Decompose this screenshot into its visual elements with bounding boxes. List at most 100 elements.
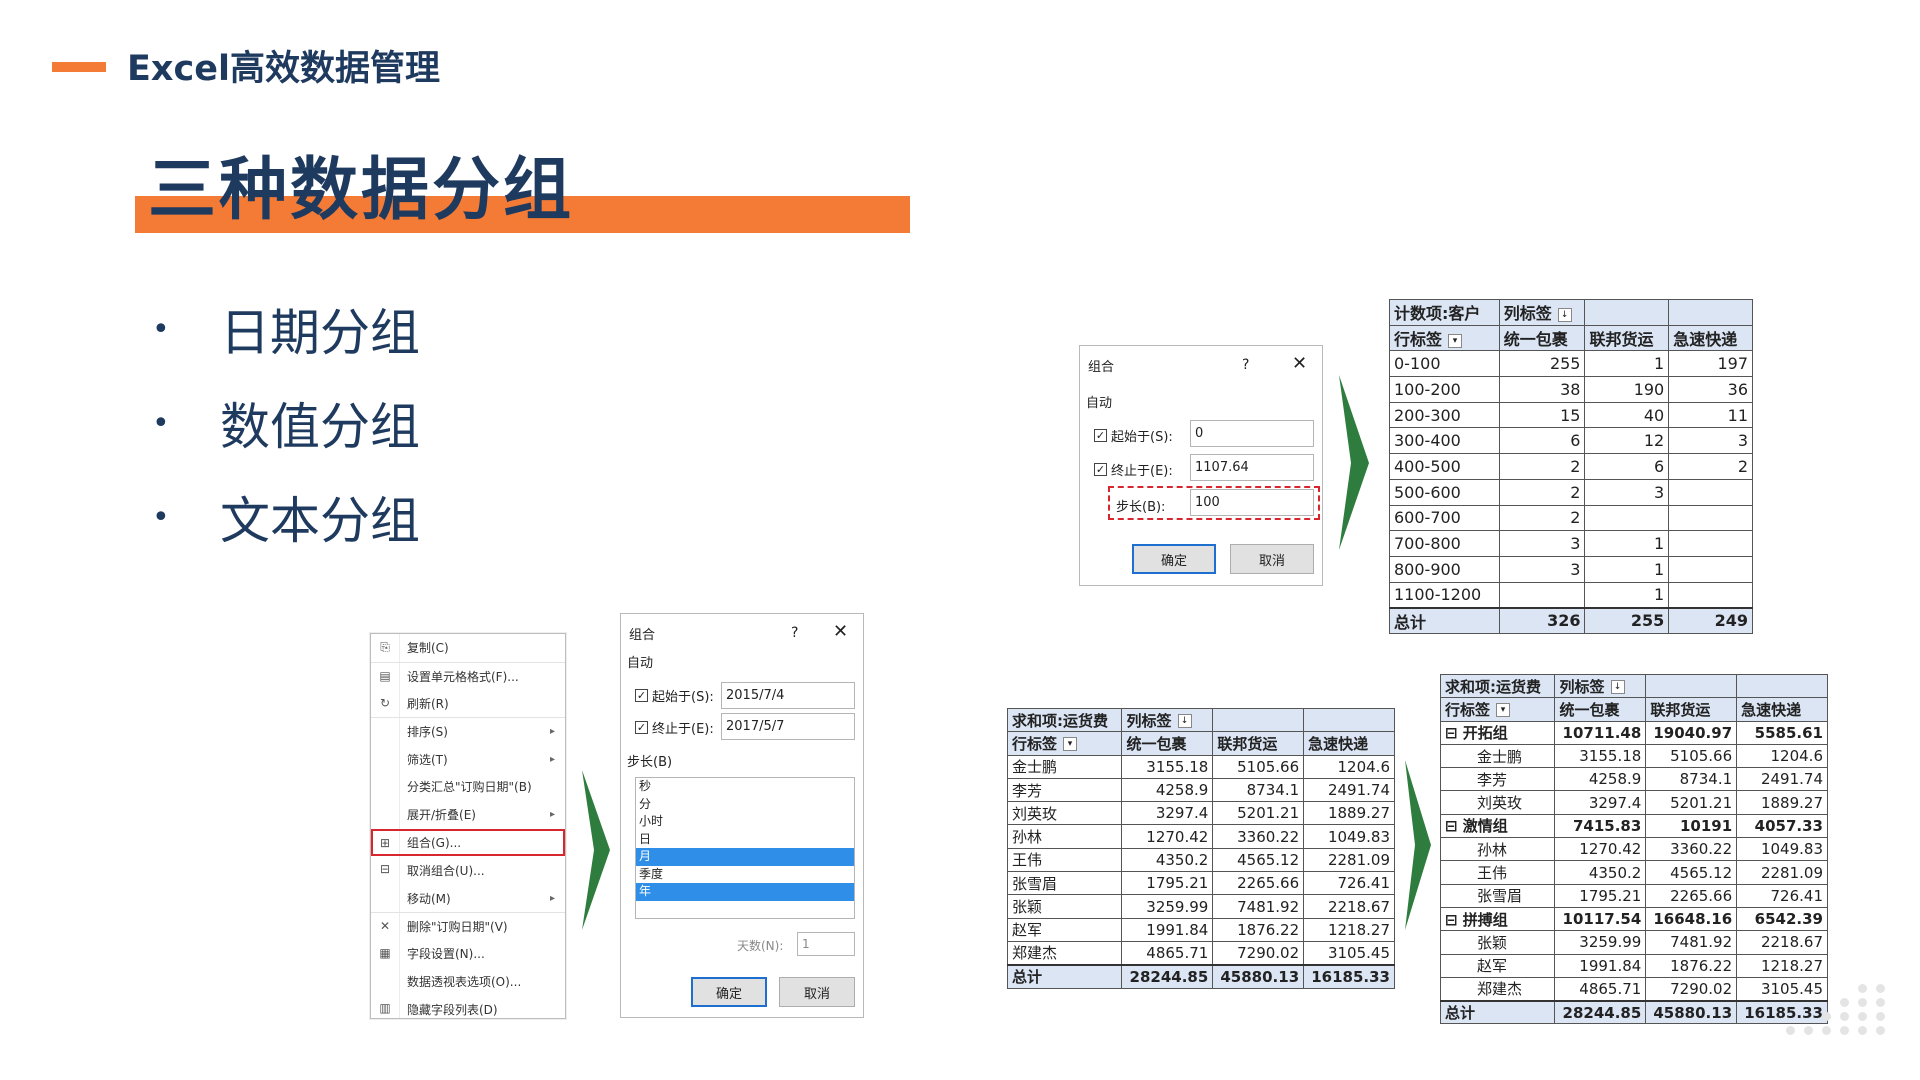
context-menu-item[interactable]: ⎘ 复制(C) (371, 634, 565, 662)
step-option[interactable]: 年 (636, 883, 854, 901)
collapse-icon[interactable]: ⊟ (1445, 817, 1463, 835)
value-cell: 7290.02 (1212, 940, 1305, 966)
group-label-cell: ⊟ 拼搏组 (1439, 906, 1556, 932)
context-menu-item[interactable]: ⊟ 取消组合(U)... (371, 856, 565, 884)
group-label-text: 激情组 (1462, 817, 1508, 836)
step-option[interactable]: 分 (636, 796, 854, 814)
table-row: 金士鹏 3155.18 5105.66 1204.6 (1439, 743, 1828, 769)
step-option[interactable]: 季度 (636, 866, 854, 884)
context-menu-item[interactable]: ▤ 设置单元格格式(F)... (371, 661, 565, 690)
step-option[interactable]: 小时 (636, 813, 854, 831)
end-date-input[interactable]: 2017/5/7 (721, 713, 855, 740)
step-option[interactable]: 月 (636, 848, 854, 866)
context-menu-item[interactable]: 移动(M) ▸ (371, 884, 565, 912)
collapse-icon[interactable]: ⊟ (1445, 724, 1463, 742)
table-header-row: 计数项:客户 列标签 ↓ (1389, 299, 1753, 326)
close-icon[interactable]: ✕ (1292, 353, 1307, 374)
help-icon[interactable]: ? (1242, 357, 1249, 373)
dialog-title: 组合 (629, 627, 656, 643)
value-cell: 1889.27 (1736, 790, 1828, 815)
column-header: 急速快递 (1303, 731, 1395, 756)
column-labels-text: 列标签 (1559, 677, 1605, 696)
table-row: 700-800 3 1 (1389, 530, 1753, 557)
value-cell: 2281.09 (1736, 860, 1828, 885)
context-menu-item[interactable]: ⊞ 组合(G)... (371, 828, 565, 857)
filter-dropdown-icon[interactable]: ↓ (1177, 714, 1192, 729)
value-cell: 1204.6 (1303, 754, 1395, 779)
context-menu-item[interactable]: 筛选(T) ▸ (371, 745, 565, 773)
value-cell: 3155.18 (1554, 743, 1647, 769)
column-header: 联邦货运 (1584, 324, 1670, 352)
context-menu-item[interactable]: ✕ 删除"订购日期"(V) (371, 911, 565, 940)
ok-button[interactable]: 确定 (691, 977, 767, 1007)
value-cell: 1270.42 (1554, 837, 1647, 862)
step-option[interactable]: 日 (636, 831, 854, 849)
end-checkbox[interactable]: ✓ (1094, 463, 1107, 476)
context-menu-item[interactable]: ↻ 刷新(R) (371, 690, 565, 718)
filter-dropdown-icon[interactable]: ▾ (1496, 703, 1511, 718)
filter-dropdown-icon[interactable]: ▾ (1063, 737, 1078, 752)
menu-item-label: 隐藏字段列表(D) (407, 1002, 498, 1017)
empty-header-cell (1303, 707, 1395, 733)
ungroup-icon: ⊟ (379, 862, 391, 877)
dialog-title: 组合 (1088, 359, 1115, 375)
row-label-cell: 700-800 (1389, 530, 1500, 557)
submenu-arrow-icon: ▸ (549, 753, 555, 765)
column-header: 统一包裹 (1498, 324, 1586, 352)
value-cell: 6 (1498, 427, 1586, 455)
submenu-arrow-icon: ▸ (549, 892, 555, 904)
value-cell: 1 (1584, 581, 1670, 609)
help-icon[interactable]: ? (791, 625, 798, 641)
start-checkbox[interactable]: ✓ (635, 689, 648, 702)
filter-dropdown-icon[interactable]: ↓ (1557, 307, 1572, 322)
column-header: 急速快递 (1668, 324, 1753, 352)
collapse-icon[interactable]: ⊟ (1445, 911, 1463, 929)
value-cell: 12 (1584, 427, 1670, 455)
end-value-input[interactable]: 1107.64 (1190, 454, 1314, 481)
start-date-input[interactable]: 2015/7/4 (721, 682, 855, 709)
value-cell: 40 (1584, 401, 1670, 429)
row-label-cell: 李芳 (1006, 777, 1123, 803)
menu-item-label: 分类汇总"订购日期"(B) (407, 780, 532, 795)
value-cell: 1 (1584, 530, 1670, 557)
start-value-input[interactable]: 0 (1190, 420, 1314, 447)
end-checkbox[interactable]: ✓ (635, 721, 648, 734)
cancel-button[interactable]: 取消 (1230, 544, 1314, 574)
dot-shape (1858, 984, 1867, 993)
menu-item-label: 设置单元格格式(F)... (407, 669, 519, 684)
bullet-text: 文本分组 (220, 492, 420, 550)
row-label-cell: 王伟 (1439, 860, 1556, 885)
days-input[interactable]: 1 (797, 932, 855, 956)
context-menu-item[interactable]: ▥ 隐藏字段列表(D) (371, 995, 565, 1023)
number-group-dialog: 组合 ? ✕ 自动 ✓ 起始于(S): 0 ✓ 终止于(E): 1107.64 … (1079, 345, 1323, 586)
context-menu-item[interactable]: 分类汇总"订购日期"(B) (371, 773, 565, 801)
filter-dropdown-icon[interactable]: ↓ (1610, 680, 1625, 695)
context-menu-item[interactable]: 排序(S) ▸ (371, 717, 565, 745)
context-menu-item[interactable]: 展开/折叠(E) ▸ (371, 801, 565, 829)
close-icon[interactable]: ✕ (833, 621, 848, 642)
dialog-titlebar: 组合 ? ✕ (621, 614, 863, 652)
value-cell: 2265.66 (1645, 883, 1738, 908)
context-menu-item[interactable]: 数据透视表选项(O)... (371, 968, 565, 996)
step-option[interactable]: 秒 (636, 778, 854, 796)
row-label-cell: 孙林 (1006, 824, 1123, 849)
value-cell: 3 (1584, 478, 1670, 506)
step-label: 步长(B) (627, 755, 673, 770)
total-row: 总计 326 255 249 (1389, 606, 1753, 634)
start-checkbox[interactable]: ✓ (1094, 429, 1107, 442)
table-row: 金士鹏 3155.18 5105.66 1204.6 (1006, 754, 1395, 779)
value-cell (1668, 478, 1753, 506)
value-cell: 10711.48 (1554, 720, 1647, 745)
table-row: 郑建杰 4865.71 7290.02 3105.45 (1439, 976, 1828, 1002)
cancel-button[interactable]: 取消 (779, 977, 855, 1007)
value-cell: 3155.18 (1121, 754, 1214, 779)
table-row: 王伟 4350.2 4565.12 2281.09 (1006, 847, 1395, 873)
table-row: 张颖 3259.99 7481.92 2218.67 (1439, 930, 1828, 955)
step-listbox[interactable]: 秒分小时日月季度年 (635, 777, 855, 919)
ok-button[interactable]: 确定 (1132, 544, 1216, 574)
value-cell: 7481.92 (1212, 894, 1305, 919)
context-menu-item[interactable]: ▦ 字段设置(N)... (371, 940, 565, 968)
row-label-cell: 1100-1200 (1389, 581, 1500, 609)
filter-dropdown-icon[interactable]: ▾ (1448, 333, 1463, 348)
table-header-row: 行标签 ▾ 统一包裹 联邦货运 急速快递 (1439, 697, 1828, 722)
